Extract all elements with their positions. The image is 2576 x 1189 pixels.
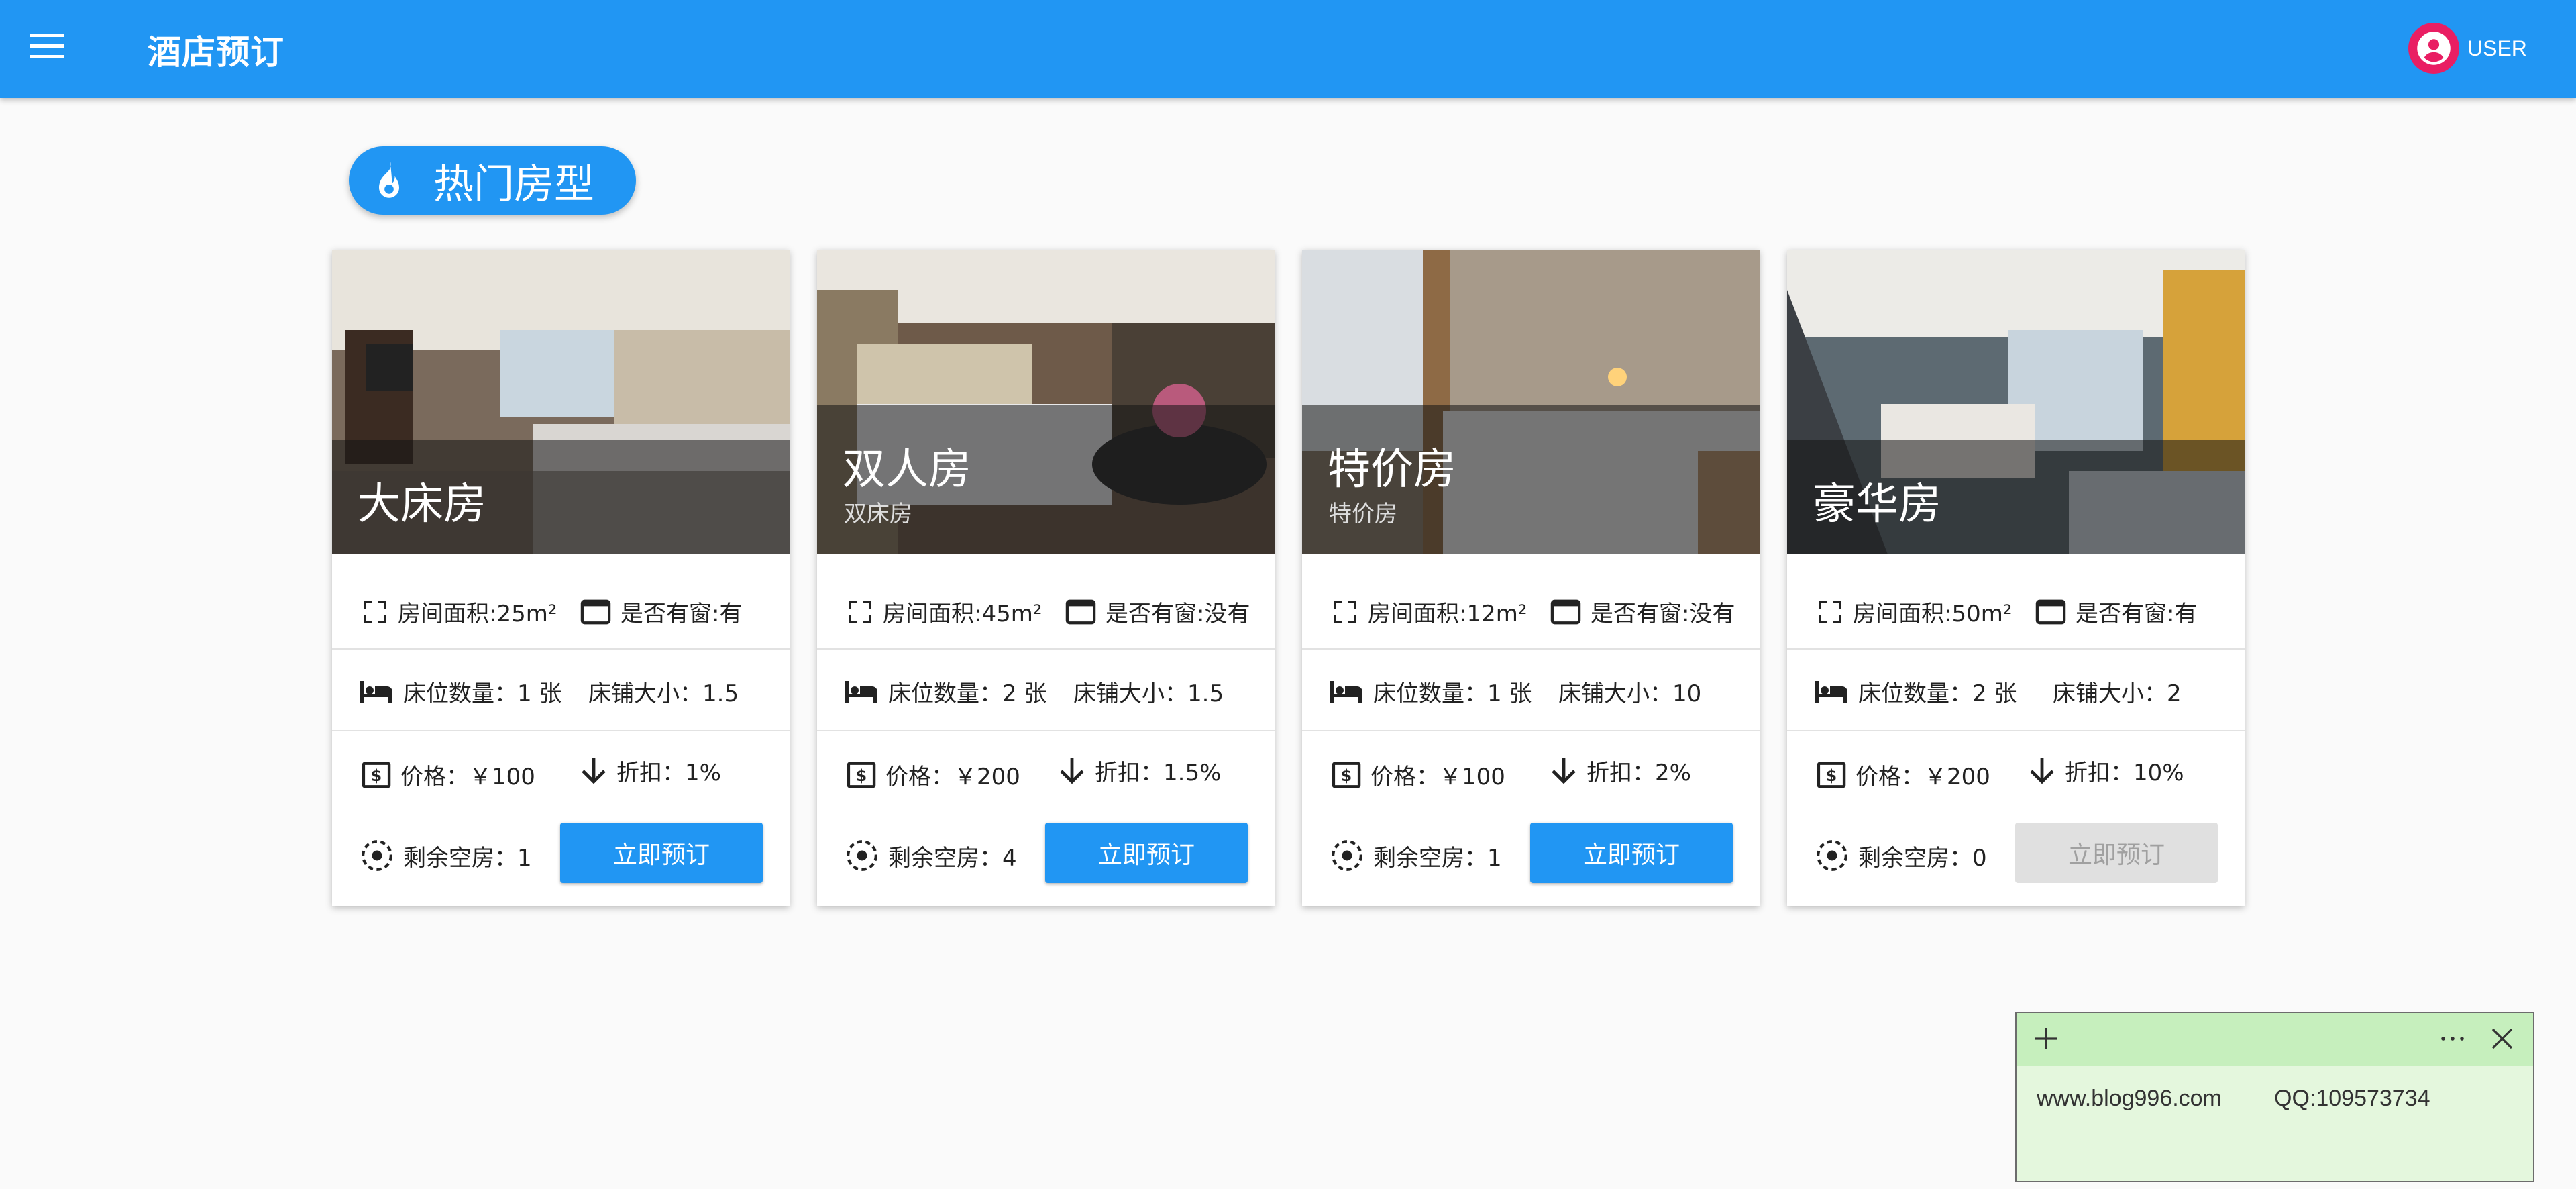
- room-photo: 大床房: [332, 250, 790, 554]
- fullscreen-icon: [849, 600, 871, 623]
- room-card: 豪华房 房间面积:50m² 是否有窗:有 床位数量：2 张 床铺大小：2 $ 价…: [1787, 250, 2245, 906]
- room-photo: 豪华房: [1787, 250, 2245, 554]
- room-area: 房间面积:50m²: [1853, 601, 2012, 627]
- bed-icon: [360, 680, 392, 703]
- note-site-text: www.blog996.com: [2037, 1086, 2222, 1111]
- window-icon: [1550, 599, 1581, 624]
- app-title: 酒店预订: [148, 33, 284, 72]
- close-icon[interactable]: [2486, 1023, 2518, 1055]
- room-subtitle: 特价房: [1329, 501, 1397, 527]
- room-area: 房间面积:45m²: [883, 601, 1042, 627]
- more-icon[interactable]: [2436, 1023, 2469, 1055]
- book-now-button[interactable]: 立即预订: [1530, 823, 1733, 883]
- svg-text:$: $: [856, 766, 867, 785]
- room-card: 特价房 特价房 房间面积:12m² 是否有窗:没有 床位数量：1 张 床铺大小：…: [1302, 250, 1760, 906]
- book-now-button[interactable]: 立即预订: [1045, 823, 1248, 883]
- room-area: 房间面积:25m²: [398, 601, 557, 627]
- room-name: 特价房: [1328, 445, 1456, 495]
- discount: 折扣：1%: [616, 760, 721, 786]
- bed-count: 床位数量：2 张: [888, 680, 1047, 707]
- bed-count: 床位数量：1 张: [403, 680, 562, 707]
- arrow-down-icon: [2030, 757, 2054, 784]
- window-info: 是否有窗:有: [2076, 601, 2198, 627]
- user-label: USER: [2467, 36, 2527, 60]
- account-circle-icon: [2408, 23, 2459, 74]
- bed-size: 床铺大小：1.5: [588, 680, 739, 707]
- menu-icon[interactable]: [30, 34, 64, 63]
- section-title-chip: 热门房型: [349, 146, 636, 215]
- bed-icon: [1815, 680, 1847, 703]
- note-qq-text: QQ:109573734: [2274, 1086, 2430, 1111]
- bed-count: 床位数量：2 张: [1858, 680, 2017, 707]
- user-button[interactable]: USER: [2408, 23, 2527, 74]
- center-focus-icon: [1332, 840, 1362, 871]
- center-focus-icon: [362, 840, 392, 871]
- fullscreen-icon: [364, 600, 386, 623]
- vacancy: 剩余空房：0: [1858, 844, 1987, 872]
- arrow-down-icon: [582, 757, 606, 784]
- window-icon: [580, 599, 611, 624]
- money-icon: $: [362, 762, 391, 788]
- price: 价格：￥200: [885, 764, 1020, 790]
- fire-icon: [369, 160, 409, 201]
- vacancy: 剩余空房：1: [403, 844, 532, 872]
- fullscreen-icon: [1334, 600, 1356, 623]
- add-icon[interactable]: [2030, 1023, 2062, 1055]
- price: 价格：￥100: [1371, 764, 1505, 790]
- room-name: 大床房: [358, 480, 486, 529]
- room-card: 双人房 双床房 房间面积:45m² 是否有窗:没有 床位数量：2 张 床铺大小：…: [817, 250, 1275, 906]
- money-icon: $: [1817, 762, 1846, 788]
- room-name: 双人房: [843, 445, 971, 495]
- sticky-note-toolbar: [2017, 1013, 2533, 1066]
- sticky-note: www.blog996.com QQ:109573734: [2015, 1012, 2534, 1182]
- center-focus-icon: [1817, 840, 1847, 871]
- bed-icon: [845, 680, 877, 703]
- discount: 折扣：10%: [2065, 760, 2184, 786]
- bed-count: 床位数量：1 张: [1373, 680, 1532, 707]
- bed-size: 床铺大小：2: [2053, 680, 2182, 707]
- vacancy: 剩余空房：1: [1373, 844, 1502, 872]
- bed-size: 床铺大小：10: [1558, 680, 1702, 707]
- room-photo: 双人房 双床房: [817, 250, 1275, 554]
- svg-text:$: $: [371, 766, 382, 785]
- money-icon: $: [1332, 762, 1361, 788]
- price: 价格：￥100: [400, 764, 535, 790]
- room-photo: 特价房 特价房: [1302, 250, 1760, 554]
- room-card: 大床房 房间面积:25m² 是否有窗:有 床位数量：1 张 床铺大小：1.5 $…: [332, 250, 790, 906]
- svg-text:$: $: [1826, 766, 1837, 785]
- vacancy: 剩余空房：4: [888, 844, 1017, 872]
- price: 价格：￥200: [1856, 764, 1990, 790]
- money-icon: $: [847, 762, 876, 788]
- arrow-down-icon: [1552, 757, 1576, 784]
- room-name: 豪华房: [1813, 480, 1941, 529]
- section-title: 热门房型: [433, 160, 594, 208]
- book-now-button[interactable]: 立即预订: [560, 823, 763, 883]
- app-bar: 酒店预订 USER: [0, 0, 2576, 98]
- window-info: 是否有窗:没有: [1591, 601, 1735, 627]
- discount: 折扣：1.5%: [1095, 760, 1222, 786]
- window-info: 是否有窗:有: [621, 601, 743, 627]
- bed-icon: [1330, 680, 1362, 703]
- book-now-button[interactable]: 立即预订: [2015, 823, 2218, 883]
- arrow-down-icon: [1060, 757, 1084, 784]
- svg-text:$: $: [1341, 766, 1352, 785]
- bed-size: 床铺大小：1.5: [1073, 680, 1224, 707]
- room-subtitle: 双床房: [844, 501, 912, 527]
- window-info: 是否有窗:没有: [1106, 601, 1250, 627]
- room-area: 房间面积:12m²: [1368, 601, 1527, 627]
- fullscreen-icon: [1819, 600, 1841, 623]
- window-icon: [1065, 599, 1096, 624]
- center-focus-icon: [847, 840, 877, 871]
- window-icon: [2035, 599, 2066, 624]
- discount: 折扣：2%: [1587, 760, 1691, 786]
